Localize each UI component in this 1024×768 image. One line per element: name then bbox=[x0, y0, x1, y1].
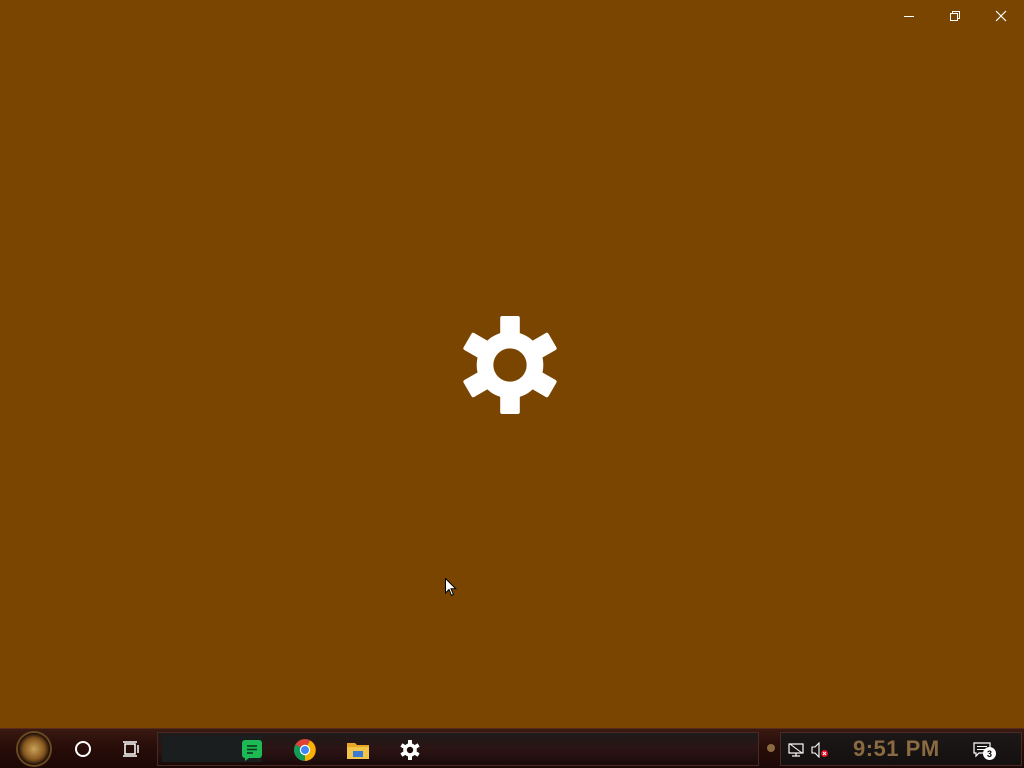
minimize-icon bbox=[904, 16, 914, 17]
minimize-button[interactable] bbox=[886, 0, 932, 32]
close-icon bbox=[995, 10, 1007, 22]
mouse-cursor-icon bbox=[445, 578, 457, 597]
gear-icon bbox=[400, 740, 420, 760]
close-button[interactable] bbox=[978, 0, 1024, 32]
task-view-icon bbox=[123, 741, 139, 757]
chrome-icon bbox=[294, 739, 316, 761]
volume-button[interactable] bbox=[811, 741, 829, 759]
folder-icon bbox=[347, 743, 369, 759]
pinned-apps-strip bbox=[157, 732, 759, 766]
taskbar: 9:51 PM 3 bbox=[0, 728, 1024, 768]
window-controls bbox=[886, 0, 1024, 32]
taskbar-clock[interactable]: 9:51 PM bbox=[853, 736, 940, 762]
desktop-screen: 9:51 PM 3 bbox=[0, 0, 1024, 768]
settings-splash-window bbox=[0, 0, 1024, 728]
show-hidden-icons-icon[interactable] bbox=[766, 742, 776, 754]
task-view-button[interactable] bbox=[114, 733, 148, 765]
notes-app-button[interactable] bbox=[232, 736, 272, 764]
green-note-icon bbox=[242, 740, 262, 761]
system-tray: 9:51 PM 3 bbox=[780, 732, 1022, 766]
notification-count-badge: 3 bbox=[983, 747, 996, 760]
chrome-button[interactable] bbox=[285, 736, 325, 764]
cortana-button[interactable] bbox=[66, 733, 100, 765]
start-button[interactable] bbox=[8, 732, 60, 766]
network-icon bbox=[788, 743, 804, 757]
settings-gear-icon bbox=[463, 316, 557, 414]
file-explorer-button[interactable] bbox=[338, 736, 378, 764]
restore-button[interactable] bbox=[932, 0, 978, 32]
volume-muted-icon bbox=[811, 742, 828, 758]
network-button[interactable] bbox=[787, 741, 805, 759]
settings-button[interactable] bbox=[390, 736, 430, 764]
steampunk-start-dial-icon bbox=[18, 733, 50, 765]
cortana-circle-icon bbox=[75, 741, 91, 757]
restore-icon bbox=[950, 11, 960, 21]
